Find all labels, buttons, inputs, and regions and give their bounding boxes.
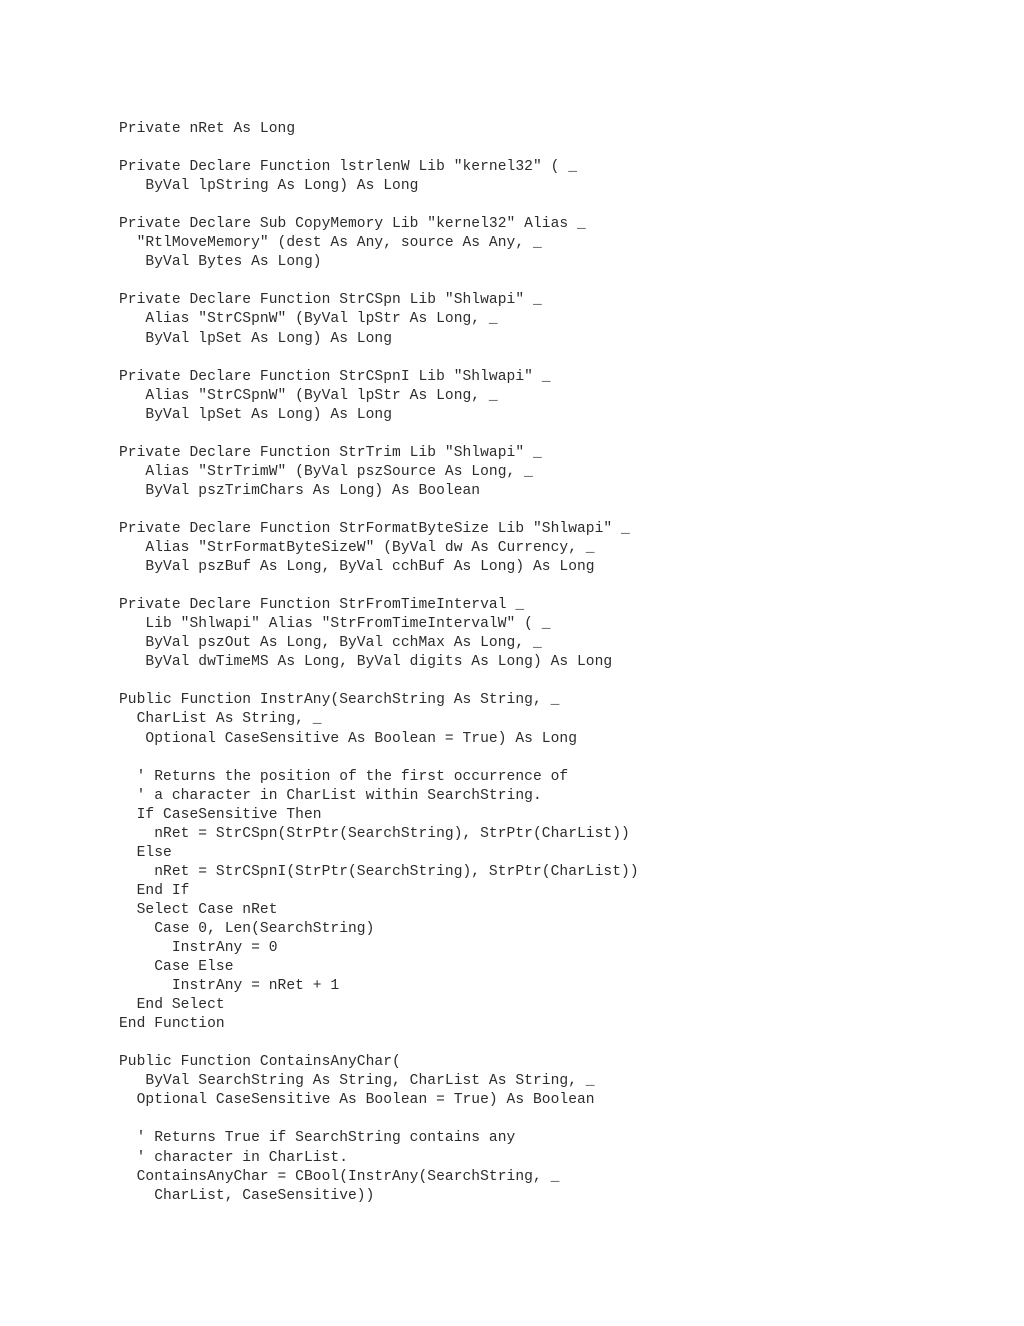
code-line: Private Declare Function StrCSpn Lib "Sh… — [119, 292, 542, 309]
code-line: Alias "StrTrimW" (ByVal pszSource As Lon… — [119, 463, 533, 480]
code-line: ByVal pszOut As Long, ByVal cchMax As Lo… — [119, 635, 542, 652]
code-line: ' character in CharList. — [119, 1149, 348, 1166]
code-line: End Function — [119, 1016, 225, 1033]
code-line: ByVal dwTimeMS As Long, ByVal digits As … — [119, 654, 613, 671]
code-line: nRet = StrCSpn(StrPtr(SearchString), Str… — [119, 825, 630, 842]
code-line: Lib "Shlwapi" Alias "StrFromTimeInterval… — [119, 616, 551, 633]
code-line: ' Returns the position of the first occu… — [119, 768, 569, 785]
code-line: Private Declare Function StrFromTimeInte… — [119, 597, 525, 614]
code-line: ByVal pszBuf As Long, ByVal cchBuf As Lo… — [119, 559, 595, 576]
code-line: ByVal pszTrimChars As Long) As Boolean — [119, 482, 481, 499]
code-line: Case Else — [119, 959, 234, 976]
code-line: ContainsAnyChar = CBool(InstrAny(SearchS… — [119, 1168, 560, 1185]
code-line: End If — [119, 882, 190, 899]
code-line: Public Function InstrAny(SearchString As… — [119, 692, 560, 709]
code-line: "RtlMoveMemory" (dest As Any, source As … — [119, 235, 542, 252]
code-line: Private nRet As Long — [119, 121, 296, 137]
code-line: Private Declare Function StrTrim Lib "Sh… — [119, 444, 542, 461]
code-line: Else — [119, 844, 172, 861]
code-line: Alias "StrCSpnW" (ByVal lpStr As Long, _ — [119, 387, 498, 404]
code-line: Private Declare Function StrFormatByteSi… — [119, 520, 630, 537]
code-listing: Private nRet As Long Private Declare Fun… — [119, 120, 979, 1206]
code-line: InstrAny = 0 — [119, 940, 278, 957]
code-line: Case 0, Len(SearchString) — [119, 920, 375, 937]
code-line: ByVal lpSet As Long) As Long — [119, 406, 393, 423]
code-line: ByVal Bytes As Long) — [119, 254, 322, 271]
code-line: Alias "StrFormatByteSizeW" (ByVal dw As … — [119, 540, 595, 557]
code-line: If CaseSensitive Then — [119, 806, 322, 823]
code-line: InstrAny = nRet + 1 — [119, 978, 340, 995]
code-line: Private Declare Function lstrlenW Lib "k… — [119, 159, 577, 176]
code-line: ' a character in CharList within SearchS… — [119, 787, 542, 804]
code-line: End Select — [119, 997, 225, 1014]
code-line: ByVal lpString As Long) As Long — [119, 178, 419, 195]
code-line: CharList, CaseSensitive)) — [119, 1187, 375, 1204]
code-line: Select Case nRet — [119, 901, 278, 918]
code-line: Optional CaseSensitive As Boolean = True… — [119, 730, 577, 747]
code-line: Private Declare Function StrCSpnI Lib "S… — [119, 368, 551, 385]
page-canvas: Private nRet As Long Private Declare Fun… — [0, 0, 1024, 1326]
code-line: ' Returns True if SearchString contains … — [119, 1130, 516, 1147]
code-line: ByVal SearchString As String, CharList A… — [119, 1073, 595, 1090]
code-line: Private Declare Sub CopyMemory Lib "kern… — [119, 216, 586, 233]
code-line: CharList As String, _ — [119, 711, 322, 728]
code-line: Alias "StrCSpnW" (ByVal lpStr As Long, _ — [119, 311, 498, 328]
code-line: ByVal lpSet As Long) As Long — [119, 330, 393, 347]
code-line: Optional CaseSensitive As Boolean = True… — [119, 1092, 595, 1109]
code-line: Public Function ContainsAnyChar( — [119, 1054, 401, 1071]
code-line: nRet = StrCSpnI(StrPtr(SearchString), St… — [119, 863, 639, 880]
